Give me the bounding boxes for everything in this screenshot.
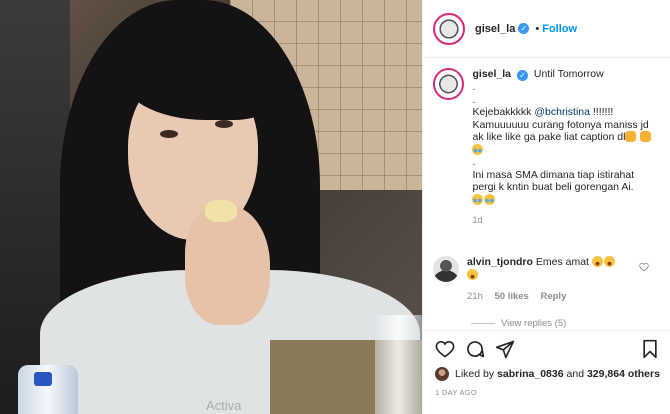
caption-dot: . [472,81,476,93]
comments-section[interactable]: gisel_la ✓ Until Tomorrow . . Kejebakkkk… [423,58,670,330]
caption-text: gisel_la ✓ Until Tomorrow . . Kejebakkkk… [472,68,659,227]
comment-like-heart-icon[interactable] [639,262,649,272]
bottle-cap [34,372,52,386]
caption-dot: . [472,93,476,106]
food [205,200,237,222]
rofl-emoji-icon [591,256,603,267]
separator-dot: • [535,22,540,35]
fist-emoji-icon [640,131,652,142]
rofl-emoji-icon [603,256,615,267]
rofl-emoji-icon [467,269,478,280]
caption-text-a-pre: Kejebakkkkk [472,106,535,118]
fist-emoji-icon [625,131,637,142]
post-timestamp[interactable]: 1 DAY AGO [435,388,477,397]
bookmark-icon[interactable] [641,339,659,359]
caption-text-b: Ini masa SMA dimana tiap istirahat pergi… [472,168,635,194]
heart-icon[interactable] [435,339,455,359]
post-photo[interactable] [0,0,422,414]
others-count[interactable]: 329,864 others [587,368,660,380]
liker-avatar[interactable] [435,367,449,381]
crying-emoji-icon [484,193,496,205]
activate-windows-watermark: Activa [206,398,242,413]
share-icon[interactable] [495,339,515,359]
caption-avatar[interactable] [433,68,465,100]
comment-item: alvin_tjondro Emes amat 21h 50 likes Rep… [433,256,663,303]
comment-icon[interactable] [465,339,485,359]
post-header: gisel_la ✓ • Follow [423,0,670,58]
caption-time[interactable]: 1d [472,214,659,227]
right-eye [215,120,233,128]
crying-emoji-icon [472,193,484,205]
caption-username[interactable]: gisel_la [472,68,511,80]
avatar[interactable] [433,12,465,45]
caption-title: Until Tomorrow [533,68,604,80]
commenter-username[interactable]: alvin_tjondro [467,256,533,268]
verified-badge-icon: ✓ [516,70,528,81]
and-label: and [566,368,585,380]
view-replies-label: View replies (5) [501,318,567,329]
liker-username[interactable]: sabrina_0836 [497,368,564,380]
follow-button[interactable]: Follow [542,23,577,35]
action-bar: Liked by sabrina_0836 and 329,864 others… [423,330,670,414]
verified-badge-icon: ✓ [518,23,530,34]
reply-button[interactable]: Reply [540,291,566,302]
mention-link[interactable]: @bchristina [534,106,590,118]
view-replies-button[interactable]: View replies (5) [471,318,566,329]
left-eye [160,130,178,138]
caption: gisel_la ✓ Until Tomorrow . . Kejebakkkk… [433,68,659,227]
glass [375,315,422,414]
liked-by: Liked by sabrina_0836 and 329,864 others [435,367,660,381]
crying-emoji-icon [472,143,484,155]
commenter-avatar[interactable] [433,256,459,282]
liked-by-label: Liked by [455,368,495,380]
comment-text: Emes amat [535,256,589,268]
hand [185,205,270,325]
comment-time[interactable]: 21h [467,291,483,302]
header-username[interactable]: gisel_la [475,23,515,35]
post-side-panel: gisel_la ✓ • Follow gisel_la ✓ Until Tom… [422,0,670,414]
replies-divider [471,323,495,324]
comment-likes[interactable]: 50 likes [495,291,529,302]
caption-dot: . [472,156,476,168]
